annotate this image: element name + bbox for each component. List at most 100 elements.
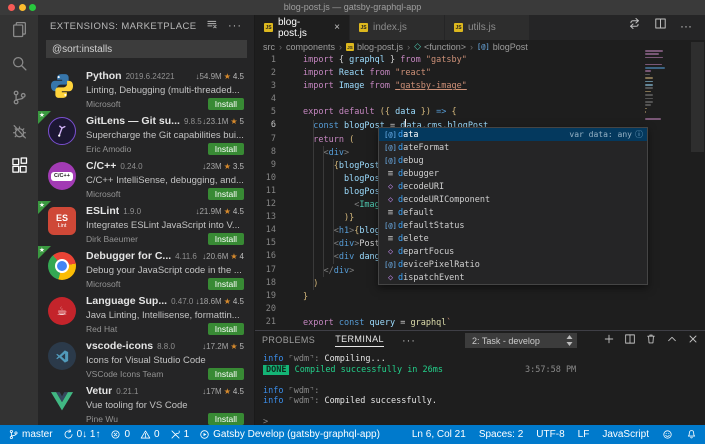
status-javascript[interactable]: JavaScript: [602, 429, 649, 440]
editor-scrollbar[interactable]: [691, 42, 704, 152]
extension-item[interactable]: vscode-icons 8.8.0 ↓17.2M ★ 5 Icons for Visua…: [38, 336, 254, 381]
suggest-item[interactable]: ≡ default: [379, 206, 647, 219]
activity-bar-item-explorer[interactable]: [0, 15, 38, 49]
star-icon: ★: [230, 117, 238, 126]
install-button[interactable]: Install: [207, 323, 244, 335]
status-sync[interactable]: 0↓ 1↑: [63, 429, 100, 440]
activity-bar-item-extensions[interactable]: [0, 151, 38, 185]
terminal-output[interactable]: info ⌜wdm⌝: Compiling... DONE Compiled su…: [263, 354, 695, 428]
activity-bar-item-debug[interactable]: [0, 117, 38, 151]
status-lf[interactable]: LF: [578, 429, 590, 440]
add-terminal-icon[interactable]: [603, 332, 615, 350]
extension-stats: ↓23.1M ★ 5: [202, 117, 244, 126]
star-icon: ★: [230, 252, 238, 261]
extension-name: Language Sup...: [86, 295, 168, 307]
kill-terminal-icon[interactable]: [645, 332, 657, 350]
status-spaces[interactable]: Spaces: 2: [479, 429, 523, 440]
more-panel-tabs-icon[interactable]: ···: [402, 335, 416, 346]
activity-bar-item-source-control[interactable]: [0, 83, 38, 117]
install-button[interactable]: Install: [207, 98, 244, 110]
suggest-item[interactable]: ◇ decodeURI: [379, 180, 647, 193]
suggest-item[interactable]: [@] data var data: any ⓘ: [379, 128, 647, 141]
status-git-branch[interactable]: master: [8, 429, 53, 440]
suggest-item[interactable]: ◇ departFocus: [379, 245, 647, 258]
install-button[interactable]: Install: [207, 368, 244, 380]
extension-item[interactable]: ★ GitLens — Git su... 9.8.5 ↓23.1M ★ 5 Superch…: [38, 111, 254, 156]
close-tab-icon[interactable]: ×: [334, 22, 340, 33]
status-warning[interactable]: 0: [140, 429, 160, 440]
breadcrumb-item[interactable]: JS blog-post.js: [346, 42, 403, 52]
suggest-item[interactable]: [@] devicePixelRatio: [379, 258, 647, 271]
suggest-item[interactable]: [@] debug: [379, 154, 647, 167]
extensions-search-input[interactable]: [46, 40, 247, 58]
info-icon[interactable]: ⓘ: [635, 129, 643, 140]
breadcrumb-separator: ›: [407, 42, 411, 52]
more-editor-actions-icon[interactable]: ···: [680, 20, 692, 32]
extension-item[interactable]: C/C++ C/C++ 0.24.0 ↓23M ★ 3.5 C/C++ IntelliSen…: [38, 156, 254, 201]
extension-item[interactable]: ★ Debugger for C... 4.11.6 ↓20.6M ★ 4 Debug yo…: [38, 246, 254, 291]
code-line: import React from "react": [303, 68, 431, 79]
split-editor-icon[interactable]: [654, 17, 667, 35]
close-panel-icon[interactable]: [687, 332, 699, 350]
breadcrumb-label: blogPost: [492, 42, 528, 52]
error-icon: [110, 429, 121, 440]
panel-actions: [603, 332, 699, 350]
suggest-item[interactable]: [@] defaultStatus: [379, 219, 647, 232]
tab-utils-js[interactable]: JS utils.js: [445, 15, 530, 40]
symbol-variable-icon: [@]: [384, 221, 397, 230]
status-utf8[interactable]: UTF-8: [536, 429, 564, 440]
status-error[interactable]: 0: [110, 429, 130, 440]
symbol-method-icon: ◇: [414, 42, 421, 52]
install-button[interactable]: Install: [207, 188, 244, 200]
maximize-panel-icon[interactable]: [666, 332, 678, 350]
extension-item[interactable]: Python 2019.6.24221 ↓54.9M ★ 4.5 Linting, Deb…: [38, 66, 254, 111]
more-actions-icon[interactable]: ···: [228, 21, 242, 32]
code-line: import { graphql } from "gatsby": [303, 55, 467, 65]
tab-blog-post-js[interactable]: JS blog-post.js ×: [255, 15, 350, 40]
breadcrumb-item[interactable]: [@] blogPost: [477, 42, 528, 52]
extension-item[interactable]: ☕ Language Sup... 0.47.0 ↓18.6M ★ 4.5 Java Lin…: [38, 291, 254, 336]
status-ln[interactable]: Ln 6, Col 21: [412, 429, 466, 440]
install-button[interactable]: Install: [207, 143, 244, 155]
suggest-item[interactable]: ≡ delete: [379, 232, 647, 245]
install-button[interactable]: Install: [207, 233, 244, 245]
extension-name: C/C++: [86, 160, 117, 172]
install-button[interactable]: Install: [207, 413, 244, 425]
status-bell[interactable]: [686, 429, 697, 440]
star-icon: ★: [223, 387, 231, 396]
suggest-label: debug: [398, 155, 424, 166]
minimap-line: [645, 94, 654, 96]
editor-gutter[interactable]: 1 2 3 4 5 6 7 8 9 10 11 12 13 14 15 16 17 18 19 20 21: [255, 54, 276, 329]
breadcrumb-item[interactable]: ◇ <function>: [414, 42, 466, 52]
suggest-item[interactable]: ◇ decodeURIComponent: [379, 193, 647, 206]
activity-bar-item-search[interactable]: [0, 49, 38, 83]
extension-author: Pine Wu: [86, 414, 118, 424]
extension-item[interactable]: Vetur 0.21.1 ↓17M ★ 4.5 Vue tooling for VS Co…: [38, 381, 254, 425]
suggest-item[interactable]: [@] dateFormat: [379, 141, 647, 154]
line-number: 16: [265, 251, 276, 262]
panel-tab-terminal[interactable]: TERMINAL: [335, 334, 384, 347]
split-terminal-icon[interactable]: [624, 332, 636, 350]
star-icon: ★: [39, 111, 45, 119]
extension-version: 4.11.6: [175, 252, 197, 261]
suggest-item[interactable]: ≡ debugger: [379, 167, 647, 180]
install-button[interactable]: Install: [207, 278, 244, 290]
status-feedback-smiley[interactable]: [662, 429, 673, 440]
status-play-circle[interactable]: Gatsby Develop (gatsby-graphql-app): [199, 429, 380, 440]
extension-item[interactable]: ★ ES Lint ESLint 1.9.0 ↓21.9M ★ 4.5 Integrates E…: [38, 201, 254, 246]
tab-index-js[interactable]: JS index.js: [350, 15, 445, 40]
breadcrumb-item[interactable]: src: [263, 42, 275, 52]
open-changes-icon[interactable]: [628, 17, 641, 35]
terminal-line: info ⌜wdm⌝: Compiling...: [263, 354, 386, 364]
star-icon: ★: [39, 246, 45, 254]
status-tools[interactable]: 1: [170, 429, 189, 440]
panel-tab-problems[interactable]: PROBLEMS: [262, 335, 315, 347]
suggest-item[interactable]: ◇ dispatchEvent: [379, 271, 647, 284]
clear-extensions-search-icon[interactable]: [206, 17, 218, 35]
panel-header: PROBLEMS TERMINAL ··· 2: Task - develop: [255, 331, 705, 350]
breadcrumb-item[interactable]: components: [286, 42, 335, 52]
terminal-task-selector[interactable]: 2: Task - develop: [465, 333, 577, 348]
extension-logo-vsicons: [48, 342, 76, 370]
extension-logo-eslint: ES Lint: [48, 207, 76, 235]
breadcrumb: src › components › JS blog-post.js › ◇ <function…: [263, 40, 645, 54]
